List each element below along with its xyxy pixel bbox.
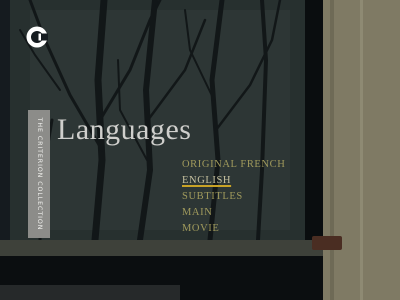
menu-item-main[interactable]: MAIN — [182, 205, 285, 221]
spine-text: THE CRITERION COLLECTION — [36, 117, 43, 231]
menu-item-subtitles[interactable]: SUBTITLES — [182, 189, 285, 205]
criterion-c-logo-icon — [26, 26, 48, 48]
language-menu: ORIGINAL FRENCH ENGLISH SUBTITLES MAIN M… — [182, 157, 285, 237]
menu-item-original-french[interactable]: ORIGINAL FRENCH — [182, 157, 285, 173]
menu-item-movie[interactable]: MOVIE — [182, 221, 285, 237]
menu-item-english[interactable]: ENGLISH — [182, 173, 285, 189]
page-title: Languages — [57, 113, 192, 146]
window-background-image — [0, 0, 400, 300]
criterion-spine-label: THE CRITERION COLLECTION — [28, 110, 50, 238]
dvd-menu-screen: THE CRITERION COLLECTION Languages ORIGI… — [0, 0, 400, 300]
